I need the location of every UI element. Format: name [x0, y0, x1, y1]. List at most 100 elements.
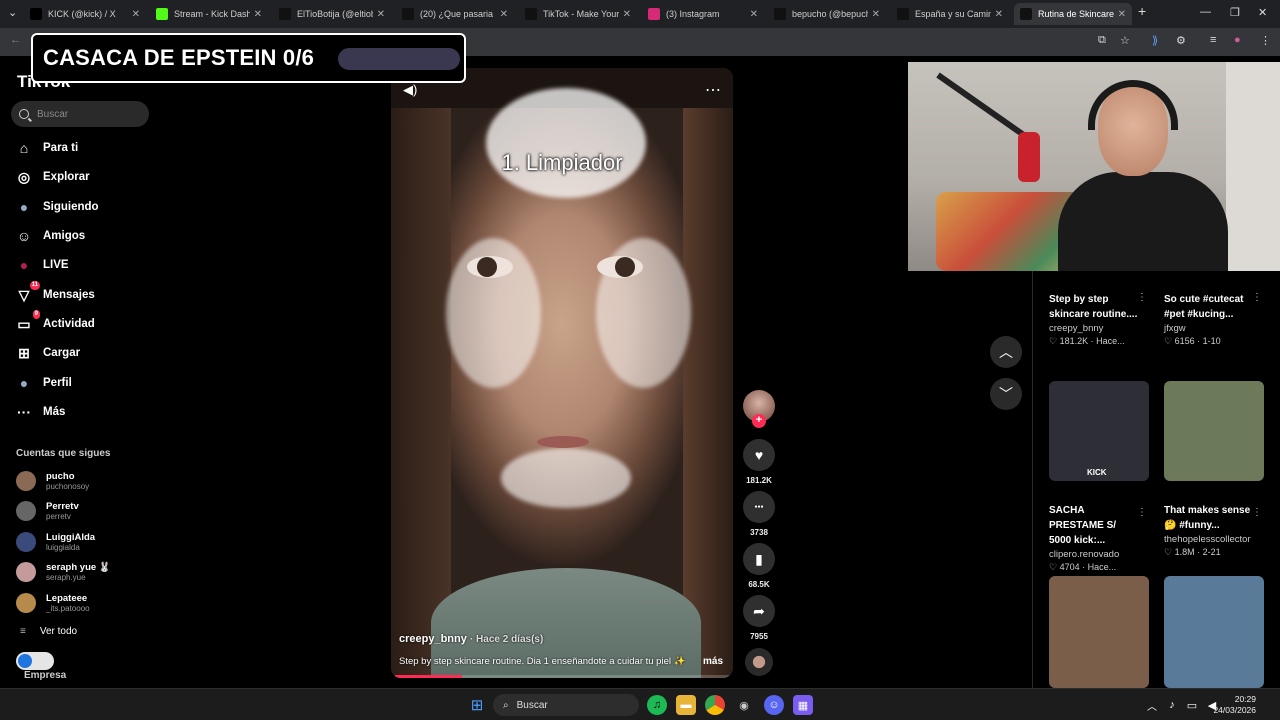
windows-start-icon[interactable]: ⊞: [467, 695, 487, 715]
close-tab-icon[interactable]: ✕: [132, 9, 140, 20]
close-window-button[interactable]: ✕: [1258, 6, 1267, 19]
followed-account[interactable]: pucho puchonosoy: [16, 468, 89, 494]
system-clock[interactable]: 20:29 24/03/2026: [1213, 694, 1256, 716]
followed-account[interactable]: Perretv perretv: [16, 498, 79, 524]
followed-account[interactable]: LuiggiAlda luiggialda: [16, 529, 95, 555]
streamer-webcam: [908, 62, 1280, 271]
sidebar-item-profile-avatar[interactable]: ● Perfil: [16, 372, 72, 394]
video-player[interactable]: 1. Limpiador ◀) ⋯ creepy_bnny · Hace 2 d…: [391, 68, 733, 678]
close-tab-icon[interactable]: ✕: [623, 9, 631, 20]
recommended-video[interactable]: So cute #cutecat #pet #kucing... jfxgw ♡ 6…: [1164, 292, 1264, 347]
sidebar-item-compass[interactable]: ◎ Explorar: [16, 166, 90, 188]
account-name: Perretv: [46, 500, 79, 512]
music-disc-icon[interactable]: [745, 648, 773, 676]
recommended-video-author: creepy_bnny: [1049, 323, 1104, 334]
browser-tab[interactable]: Stream - Kick Dashbo ✕: [150, 3, 268, 25]
recommended-video[interactable]: That makes sense 🤔 #funny... thehopelessc…: [1164, 381, 1264, 558]
sidebar-item-home[interactable]: ⌂ Para ti: [16, 137, 78, 159]
taskbar-search[interactable]: ⌕ Buscar: [493, 694, 639, 716]
video-progress-fill: [395, 675, 462, 678]
browser-tab[interactable]: bepucho (@bepucho ✕: [768, 3, 886, 25]
search-input[interactable]: Buscar: [11, 101, 149, 127]
chrome-icon[interactable]: [705, 695, 725, 715]
recommended-video-thumbnail: [1164, 381, 1264, 481]
browser-tab-bar: ⌄ KICK (@kick) / X ✕ Stream - Kick Dashbo ✕…: [0, 0, 1280, 28]
browser-tab[interactable]: ElTioBotija (@eltiobo ✕: [273, 3, 391, 25]
sidebar-item-label: Para ti: [43, 142, 79, 154]
video-caption-overlay: 1. Limpiador: [501, 150, 623, 175]
previous-video-button[interactable]: ︿: [990, 336, 1022, 368]
see-all-link[interactable]: ≡ Ver todo: [20, 626, 77, 637]
close-tab-icon[interactable]: ✕: [500, 9, 508, 20]
sidebar-item-messages[interactable]: ▽ 11 Mensajes: [16, 281, 95, 306]
heart-button[interactable]: ♥ 181.2K: [743, 439, 775, 485]
browser-tab[interactable]: KICK (@kick) / X ✕: [24, 3, 146, 25]
kebab-menu-icon[interactable]: ⋮: [1137, 507, 1147, 518]
comment-button[interactable]: ●●● 3738: [743, 491, 775, 537]
account-handle: perretv: [46, 511, 71, 521]
new-tab-button[interactable]: +: [1138, 3, 1146, 19]
app-grid-icon[interactable]: ▦: [793, 695, 813, 715]
recommended-video[interactable]: KICK SACHA PRESTAME S/ 5000 kick:... clipe…: [1049, 381, 1149, 573]
sidebar-item-activity[interactable]: ▭ 9 Actividad: [16, 310, 95, 335]
bookmark-star-icon[interactable]: ☆: [1120, 34, 1130, 47]
video-progress-bar[interactable]: [395, 675, 729, 678]
network-icon[interactable]: ▭: [1182, 695, 1202, 715]
browser-menu-icon[interactable]: ⋮: [1260, 34, 1271, 47]
spotify-icon[interactable]: ♫: [647, 695, 667, 715]
browser-tab[interactable]: (20) ¿Que pasaria si e ✕: [396, 3, 514, 25]
close-tab-icon[interactable]: ✕: [750, 9, 758, 20]
bookmark-button[interactable]: ▮ 68.5K: [743, 543, 775, 589]
tiktok-icon: [402, 8, 414, 20]
reading-list-icon[interactable]: ≡: [1210, 34, 1216, 46]
browser-tab[interactable]: Rutina de Skincare ✕: [1014, 3, 1132, 25]
recommended-video[interactable]: [1164, 576, 1264, 688]
recommended-video[interactable]: Step by step skincare routine.... creepy_…: [1049, 292, 1149, 347]
video-more-options-icon[interactable]: ⋯: [705, 80, 721, 100]
volume-icon[interactable]: ◀): [403, 82, 417, 98]
file-explorer-icon[interactable]: ▬: [676, 695, 696, 715]
discord-icon[interactable]: ☺: [764, 695, 784, 715]
extension-icon[interactable]: ⟫: [1152, 34, 1158, 47]
close-tab-icon[interactable]: ✕: [1118, 9, 1126, 20]
maximize-button[interactable]: ❐: [1230, 6, 1240, 19]
obs-icon[interactable]: ◉: [734, 695, 754, 715]
avatar: [16, 471, 36, 491]
sidebar-item-more[interactable]: ··· Más: [16, 401, 65, 423]
browser-tab[interactable]: España y su Camino a ✕: [891, 3, 1009, 25]
profile-icon[interactable]: ●: [1234, 34, 1241, 46]
video-author[interactable]: creepy_bnny: [399, 633, 467, 645]
extensions-puzzle-icon[interactable]: ⚙: [1176, 34, 1186, 47]
tab-list-dropdown-icon[interactable]: ⌄: [8, 6, 17, 19]
sidebar-item-upload[interactable]: ⊞ Cargar: [16, 342, 80, 364]
install-app-icon[interactable]: ⧉: [1098, 34, 1106, 47]
next-video-button[interactable]: ﹀: [990, 378, 1022, 410]
tiktok-icon: [525, 8, 537, 20]
browser-tab[interactable]: TikTok - Make Your D ✕: [519, 3, 637, 25]
kebab-menu-icon[interactable]: ⋮: [1137, 292, 1147, 303]
share-button[interactable]: ➦ 7955: [743, 595, 775, 641]
followed-account[interactable]: Lepateee _its.patoooo: [16, 590, 90, 616]
follow-plus-icon[interactable]: +: [752, 414, 766, 428]
close-tab-icon[interactable]: ✕: [872, 9, 880, 20]
kebab-menu-icon[interactable]: ⋮: [1252, 292, 1262, 303]
close-tab-icon[interactable]: ✕: [254, 9, 262, 20]
business-toggle[interactable]: [16, 652, 54, 670]
video-description: Step by step skincare routine. Dia 1 ens…: [399, 656, 686, 667]
sidebar-item-friends[interactable]: ☺ Amigos: [16, 225, 85, 247]
sidebar-item-live-avatar[interactable]: ● LIVE: [16, 254, 69, 276]
browser-tab[interactable]: (3) Instagram ✕: [642, 3, 764, 25]
following-accounts-title: Cuentas que sigues: [16, 448, 111, 459]
followed-account[interactable]: seraph yue 🐰 seraph.yue: [16, 559, 111, 585]
close-tab-icon[interactable]: ✕: [377, 9, 385, 20]
microphone-tray-icon[interactable]: ♪: [1162, 695, 1182, 715]
sidebar-item-following-avatar[interactable]: ● Siguiendo: [16, 196, 99, 218]
close-tab-icon[interactable]: ✕: [995, 9, 1003, 20]
minimize-button[interactable]: —: [1200, 6, 1211, 18]
back-icon[interactable]: ←: [10, 34, 21, 46]
account-name: Lepateee: [46, 592, 88, 604]
kebab-menu-icon[interactable]: ⋮: [1252, 507, 1262, 518]
video-more-link[interactable]: más: [703, 656, 723, 667]
tray-chevron-icon[interactable]: ︿: [1142, 695, 1162, 715]
recommended-video[interactable]: [1049, 576, 1149, 688]
